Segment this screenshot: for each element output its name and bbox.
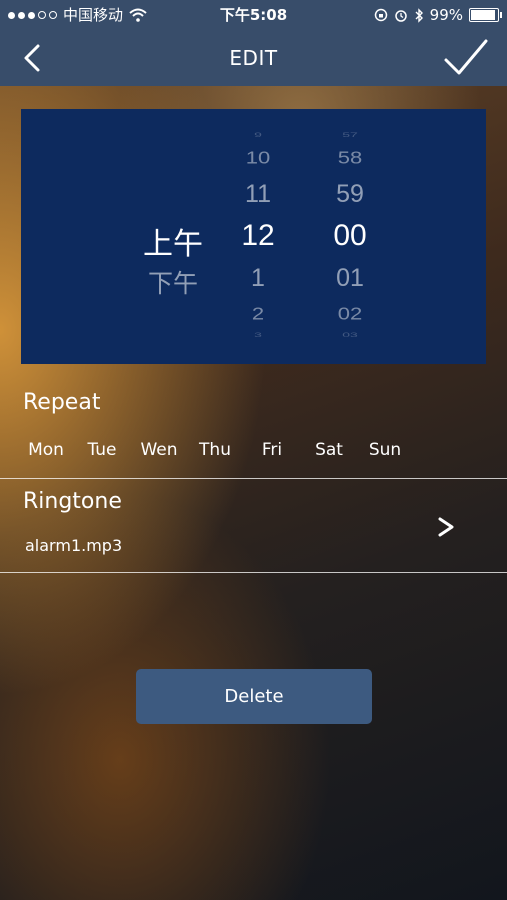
battery-fill (471, 10, 495, 20)
checkmark-icon[interactable] (443, 38, 489, 78)
ringtone-row[interactable]: Ringtone alarm1.mp3 (0, 480, 507, 572)
day-sun[interactable]: Sun (357, 440, 413, 460)
day-tue[interactable]: Tue (74, 440, 130, 460)
ampm-wheel[interactable]: 上午 下午 (138, 109, 208, 364)
hour-option[interactable]: 11 (223, 180, 293, 209)
day-fri[interactable]: Fri (244, 440, 300, 460)
hour-option-selected[interactable]: 12 (223, 219, 293, 253)
hour-option[interactable]: 10 (223, 148, 293, 169)
battery-icon (469, 8, 502, 22)
repeat-heading: Repeat (23, 390, 101, 415)
bluetooth-icon (415, 7, 423, 23)
day-wen[interactable]: Wen (131, 440, 187, 460)
battery-percent: 99% (429, 6, 463, 24)
divider (0, 478, 507, 479)
status-right: 99% (374, 0, 502, 30)
chevron-right-icon[interactable] (437, 516, 455, 538)
day-thu[interactable]: Thu (187, 440, 243, 460)
delete-button[interactable]: Delete (136, 669, 372, 724)
divider (0, 572, 507, 573)
ampm-option[interactable]: 下午 (138, 264, 208, 300)
hour-option[interactable]: 1 (223, 264, 293, 293)
day-sat[interactable]: Sat (301, 440, 357, 460)
minute-wheel[interactable]: 57 58 59 00 01 02 03 (315, 109, 385, 364)
repeat-days: Mon Tue Wen Thu Fri Sat Sun (16, 440, 416, 464)
nav-bar: EDIT (0, 30, 507, 86)
rotation-lock-icon (374, 8, 387, 22)
status-bar: 中国移动 下午5:08 99% (0, 0, 507, 30)
minute-option: 57 (342, 131, 358, 139)
time-picker[interactable]: 上午 下午 9 10 11 12 1 2 3 57 58 59 00 01 02… (21, 109, 486, 364)
minute-option-selected[interactable]: 00 (315, 219, 385, 253)
hour-option: 3 (254, 331, 262, 339)
ringtone-heading: Ringtone (23, 489, 122, 514)
minute-option[interactable]: 01 (315, 264, 385, 293)
minute-option[interactable]: 59 (315, 180, 385, 209)
page-title: EDIT (229, 46, 278, 70)
hour-option: 9 (254, 131, 262, 139)
minute-option[interactable]: 02 (315, 304, 385, 325)
alarm-icon (394, 10, 407, 22)
minute-option: 03 (342, 331, 358, 339)
hour-wheel[interactable]: 9 10 11 12 1 2 3 (223, 109, 293, 364)
hour-option[interactable]: 2 (223, 304, 293, 325)
ringtone-file: alarm1.mp3 (25, 536, 123, 555)
day-mon[interactable]: Mon (18, 440, 74, 460)
minute-option[interactable]: 58 (315, 148, 385, 169)
ampm-option[interactable]: 上午 (138, 219, 208, 263)
